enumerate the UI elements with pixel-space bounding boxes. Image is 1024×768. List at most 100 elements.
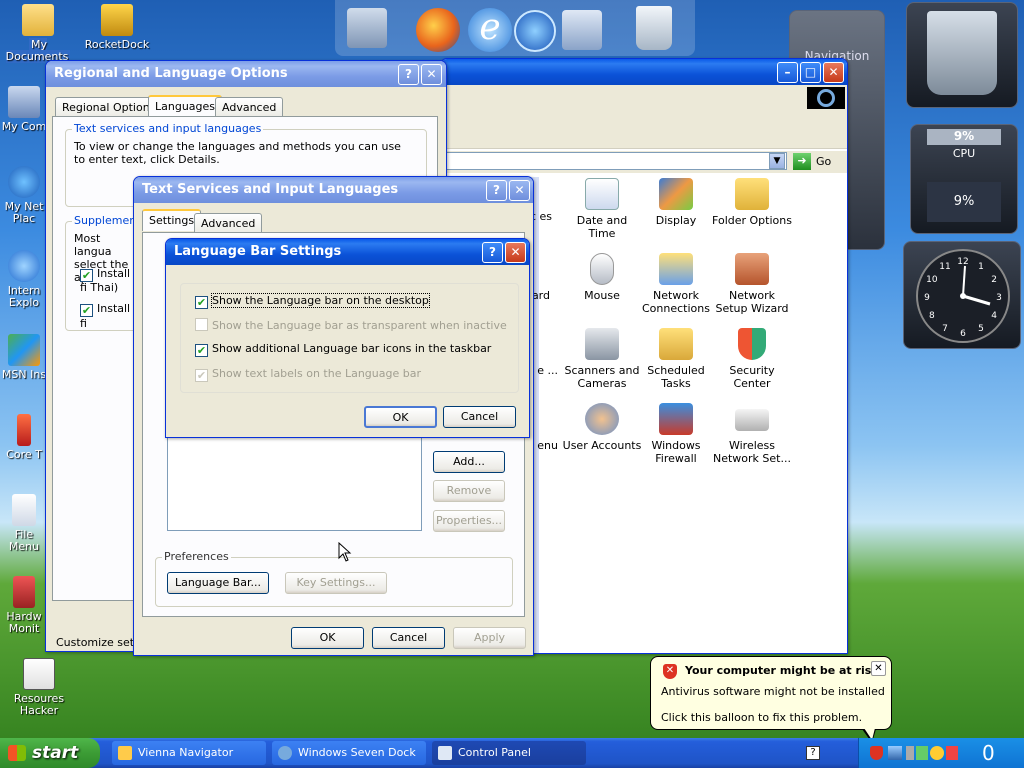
start-button[interactable]: start [0, 738, 100, 768]
tab-languages[interactable]: Languages [148, 95, 223, 117]
cp-item-network-connections[interactable]: Network Connections [636, 253, 716, 315]
cp-item-network-setup-wizard[interactable]: Network Setup Wizard [712, 253, 792, 315]
checkbox-icon[interactable]: ✔ [195, 296, 208, 309]
cp-item-scanners-cameras[interactable]: Scanners and Cameras [562, 328, 642, 390]
regional-title: Regional and Language Options [54, 66, 288, 81]
cp-item-windows-firewall[interactable]: Windows Firewall [636, 403, 716, 465]
internet-explorer-icon [8, 250, 40, 282]
minimize-button[interactable]: – [777, 62, 798, 83]
cp-item-scheduled-tasks[interactable]: Scheduled Tasks [636, 328, 716, 390]
desktop-icon-my-computer[interactable]: My Com [0, 86, 48, 133]
close-button[interactable]: ✕ [421, 64, 442, 85]
security-balloon[interactable]: ✕ Your computer might be at risk ✕ Antiv… [650, 656, 892, 730]
taskbar-item-windows-seven-dock[interactable]: Windows Seven Dock [272, 741, 426, 765]
language-bar-settings-dialog[interactable]: Language Bar Settings ? ✕ ✔ Show the Lang… [165, 238, 530, 438]
group-description: To view or change the languages and meth… [74, 140, 401, 166]
ok-button[interactable]: OK [364, 406, 437, 428]
install-checkbox-2[interactable]: ✔ Install fi [80, 302, 136, 330]
hardware-monitor-icon [13, 576, 35, 608]
apply-button[interactable]: Apply [453, 627, 526, 649]
balloon-close-button[interactable]: ✕ [871, 661, 886, 676]
display-icon [659, 178, 693, 210]
mouse-icon [590, 253, 614, 285]
language-bar-button[interactable]: Language Bar... [167, 572, 269, 594]
add-button[interactable]: Add... [433, 451, 505, 473]
tab-regional-options[interactable]: Regional Options [55, 97, 163, 117]
remove-button[interactable]: Remove [433, 480, 505, 502]
desktop-icon-hardware-monitor[interactable]: Hardw Monit [0, 576, 48, 635]
taskbar-item-control-panel[interactable]: Control Panel [432, 741, 586, 765]
cp-item-security-center[interactable]: Security Center [712, 328, 792, 390]
desktop-icon-core-temp[interactable]: Core T [0, 414, 48, 461]
taskbar-item-vienna-navigator[interactable]: Vienna Navigator [112, 741, 266, 765]
document-icon [12, 494, 36, 526]
cp-item-display[interactable]: Display [636, 178, 716, 227]
cancel-button[interactable]: Cancel [372, 627, 445, 649]
media-player-icon[interactable] [514, 10, 556, 52]
option-taskbar-icons[interactable]: ✔ Show additional Language bar icons in t… [195, 342, 491, 357]
desktop-icon-label: RocketDock [84, 38, 150, 51]
option-show-desktop[interactable]: ✔ Show the Language bar on the desktop [195, 293, 430, 309]
tab-advanced[interactable]: Advanced [215, 97, 284, 117]
text-services-titlebar[interactable]: Text Services and Input Languages [134, 177, 533, 203]
recycle-bin-gadget[interactable] [906, 2, 1018, 108]
tab-settings[interactable]: Settings [142, 209, 202, 231]
cpu-percent: 9% [927, 129, 1001, 145]
desktop-icon-my-documents[interactable]: My Documents [0, 4, 76, 63]
checkbox-icon[interactable] [195, 318, 208, 331]
network-connections-icon [659, 253, 693, 285]
desktop-icon-resource-hacker[interactable]: Resoures Hacker [0, 658, 78, 717]
scheduled-tasks-icon [659, 328, 693, 360]
go-arrow-icon[interactable]: ➜ [793, 153, 811, 170]
update-tray-icon[interactable] [916, 746, 928, 760]
close-button[interactable]: ✕ [505, 242, 526, 263]
smiley-tray-icon[interactable] [930, 746, 944, 760]
network-tray-icon[interactable] [888, 746, 902, 760]
security-center-tray-icon[interactable] [946, 746, 958, 760]
cancel-button[interactable]: Cancel [443, 406, 516, 428]
internet-explorer-dock-icon[interactable]: e [468, 8, 512, 52]
firefox-icon[interactable] [416, 8, 460, 52]
key-settings-button[interactable]: Key Settings... [285, 572, 387, 594]
cp-item-user-accounts[interactable]: User Accounts [562, 403, 642, 452]
desktop-icon-rocketdock[interactable]: RocketDock [78, 4, 156, 51]
close-button[interactable]: ✕ [509, 180, 530, 201]
cp-item-folder-options[interactable]: Folder Options [712, 178, 792, 227]
language-bar-help-icon[interactable]: ? [806, 746, 820, 760]
go-button-label[interactable]: Go [816, 155, 831, 168]
close-button[interactable]: ✕ [823, 62, 844, 83]
language-bar-titlebar[interactable]: Language Bar Settings [166, 239, 529, 265]
desktop-icon-internet-explorer[interactable]: Intern Explo [0, 250, 48, 309]
desktop-icon-msn[interactable]: MSN Ins [0, 334, 48, 381]
address-input[interactable] [445, 152, 787, 170]
control-panel-dock-icon[interactable] [562, 10, 602, 50]
help-button[interactable]: ? [398, 64, 419, 85]
recycle-bin-dock-icon[interactable] [636, 6, 672, 50]
desktop-icon-my-network[interactable]: My Net Plac [0, 166, 48, 225]
tab-advanced[interactable]: Advanced [194, 213, 263, 233]
checkbox-icon[interactable]: ✔ [195, 344, 208, 357]
help-button[interactable]: ? [486, 180, 507, 201]
dock-monitor-icon[interactable] [347, 8, 387, 48]
msn-butterfly-icon [8, 334, 40, 366]
balloon-title: Your computer might be at risk [685, 664, 879, 677]
desktop-icon-file-menu[interactable]: File Menu [0, 494, 48, 553]
help-button[interactable]: ? [482, 242, 503, 263]
regional-titlebar[interactable]: Regional and Language Options [46, 61, 446, 87]
checkbox-icon[interactable]: ✔ [195, 369, 208, 382]
properties-button[interactable]: Properties... [433, 510, 505, 532]
security-alert-tray-icon[interactable] [870, 746, 883, 760]
address-dropdown-button[interactable]: ▼ [769, 153, 785, 169]
option-transparent[interactable]: Show the Language bar as transparent whe… [195, 318, 507, 332]
option-text-labels[interactable]: ✔ Show text labels on the Language bar [195, 367, 421, 382]
install-checkbox-1[interactable]: ✔ Install fi Thai) [80, 268, 136, 294]
rocketdock-icon [101, 4, 133, 36]
ok-button[interactable]: OK [291, 627, 364, 649]
maximize-button[interactable]: □ [800, 62, 821, 83]
cp-item-date-time[interactable]: Date and Time [562, 178, 642, 240]
cp-item-wireless-network[interactable]: Wireless Network Set... [712, 403, 792, 465]
checkbox-icon[interactable]: ✔ [80, 304, 93, 317]
cp-item-mouse[interactable]: Mouse [562, 253, 642, 302]
hardware-tray-icon[interactable] [906, 746, 914, 760]
address-bar[interactable]: ▼ ➜ Go [441, 151, 847, 173]
